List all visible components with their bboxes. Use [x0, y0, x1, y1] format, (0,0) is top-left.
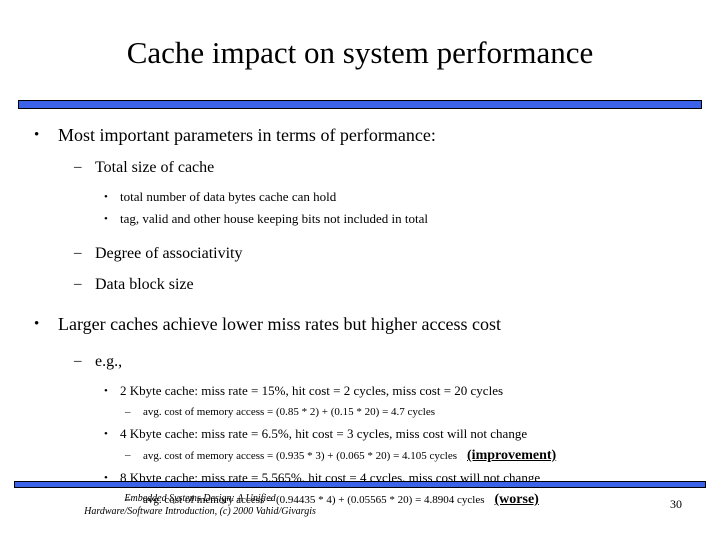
- list-item: – e.g.,: [0, 349, 720, 374]
- bullet-disc-icon: •: [34, 127, 40, 143]
- bullet-dash-icon: –: [74, 276, 82, 292]
- footer-line-1: Embedded Systems Design: A Unified: [124, 493, 276, 504]
- bullet-dash-icon: –: [125, 406, 131, 418]
- bullet-dash-icon: –: [125, 449, 131, 461]
- list-item-label: tag, valid and other house keeping bits …: [120, 211, 428, 226]
- list-item: • total number of data bytes cache can h…: [0, 186, 720, 208]
- bullet-disc-icon: •: [104, 191, 108, 203]
- list-item: • Most important parameters in terms of …: [0, 122, 720, 149]
- list-item-label: Total size of cache: [95, 159, 215, 176]
- list-item: • 4 Kbyte cache: miss rate = 6.5%, hit c…: [0, 423, 720, 445]
- list-item-label: Larger caches achieve lower miss rates b…: [58, 314, 501, 334]
- page-title: Cache impact on system performance: [126, 35, 594, 70]
- list-item-label: avg. cost of memory access = (0.85 * 2) …: [143, 406, 436, 418]
- footer-divider-bar: [14, 481, 706, 488]
- list-item: – Total size of cache: [0, 155, 720, 180]
- slide-body: • Most important parameters in terms of …: [0, 122, 720, 511]
- footer-attribution: Embedded Systems Design: A Unified Hardw…: [0, 492, 400, 518]
- list-item: • 2 Kbyte cache: miss rate = 15%, hit co…: [0, 380, 720, 402]
- list-item: • tag, valid and other house keeping bit…: [0, 208, 720, 230]
- bullet-dash-icon: –: [74, 159, 82, 175]
- list-item-label: avg. cost of memory access = (0.935 * 3)…: [143, 450, 458, 462]
- bullet-disc-icon: •: [104, 385, 108, 397]
- bullet-dash-icon: –: [74, 353, 82, 369]
- list-item: • Larger caches achieve lower miss rates…: [0, 311, 720, 338]
- page-number: 30: [670, 497, 682, 511]
- list-item: – Data block size: [0, 272, 720, 297]
- footer-line-2: Hardware/Software Introduction, (c) 2000…: [84, 506, 316, 517]
- list-item-label: e.g.,: [95, 353, 123, 370]
- list-item-label: 2 Kbyte cache: miss rate = 15%, hit cost…: [120, 383, 504, 398]
- worse-annotation: (worse): [494, 492, 539, 507]
- bullet-disc-icon: •: [104, 213, 108, 225]
- list-item-label: 4 Kbyte cache: miss rate = 6.5%, hit cos…: [120, 426, 528, 441]
- bullet-disc-icon: •: [104, 428, 108, 440]
- title-divider-bar: [18, 100, 702, 109]
- list-item-label: Data block size: [95, 276, 194, 293]
- improvement-annotation: (improvement): [467, 448, 557, 463]
- list-item-label: total number of data bytes cache can hol…: [120, 189, 337, 204]
- list-item-label: Degree of associativity: [95, 245, 243, 262]
- list-item: – avg. cost of memory access = (0.935 * …: [0, 445, 720, 467]
- slide: Cache impact on system performance • Mos…: [0, 0, 720, 540]
- bullet-dash-icon: –: [74, 245, 82, 261]
- list-item: – avg. cost of memory access = (0.85 * 2…: [0, 402, 720, 423]
- list-item-label: Most important parameters in terms of pe…: [58, 125, 436, 145]
- list-item: – Degree of associativity: [0, 241, 720, 266]
- bullet-disc-icon: •: [34, 316, 40, 332]
